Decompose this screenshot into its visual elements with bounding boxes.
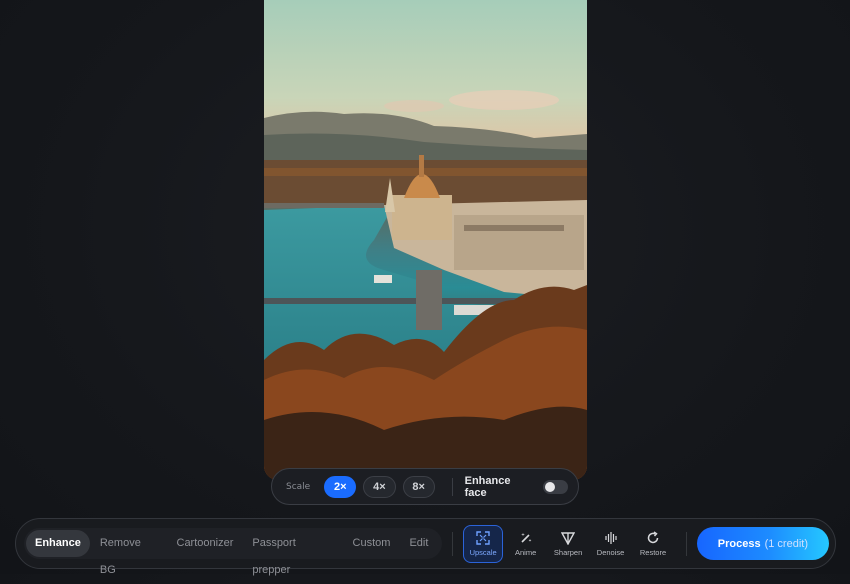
tool-sharpen-label: Sharpen — [553, 547, 583, 557]
tool-upscale[interactable]: Upscale — [463, 524, 503, 563]
scale-label: Scale — [286, 481, 311, 492]
tool-denoise-label: Denoise — [596, 547, 625, 557]
main-toolbar: Enhance Remove BG Cartoonizer Passport p… — [15, 518, 836, 576]
toggle-knob — [545, 481, 556, 492]
process-label: Process — [717, 537, 761, 550]
tab-custom[interactable]: Custom — [344, 530, 400, 557]
magic-wand-icon — [520, 532, 532, 543]
enhance-face-label: Enhance face — [464, 474, 511, 499]
scale-option-4x[interactable]: 4× — [363, 475, 396, 498]
toolbar-divider — [452, 531, 454, 556]
scale-toolbar: Scale 2× 4× 8× Enhance face — [271, 468, 579, 505]
tab-remove-bg[interactable]: Remove BG — [91, 530, 167, 576]
denoise-icon — [604, 531, 617, 544]
photo-preview — [264, 0, 587, 480]
upscale-icon — [476, 530, 490, 545]
restore-icon — [647, 530, 659, 543]
tab-enhance[interactable]: Enhance — [26, 530, 90, 557]
scale-option-2x[interactable]: 2× — [324, 475, 357, 498]
tool-sharpen[interactable]: Sharpen — [548, 525, 587, 563]
enhance-face-toggle[interactable] — [543, 479, 568, 494]
scale-divider — [451, 477, 453, 496]
process-cost: (1 credit) — [764, 537, 808, 550]
toolbar-divider-2 — [685, 531, 687, 556]
tool-denoise[interactable]: Denoise — [591, 525, 630, 563]
scale-option-8x[interactable]: 8× — [402, 475, 435, 498]
city-river-photo — [264, 0, 587, 480]
tool-anime[interactable]: Anime — [506, 525, 545, 563]
tab-passport-prepper[interactable]: Passport prepper — [243, 530, 342, 576]
tool-upscale-label: Upscale — [469, 547, 497, 557]
tool-anime-label: Anime — [514, 547, 537, 557]
mode-tabs: Enhance Remove BG Cartoonizer Passport p… — [24, 528, 443, 576]
tab-cartoonizer[interactable]: Cartoonizer — [168, 530, 243, 557]
sharpen-icon — [561, 531, 576, 545]
process-button[interactable]: Process (1 credit) — [696, 527, 829, 560]
tool-restore[interactable]: Restore — [633, 525, 672, 563]
tool-restore-label: Restore — [639, 547, 667, 557]
tab-edit[interactable]: Edit — [400, 530, 437, 557]
